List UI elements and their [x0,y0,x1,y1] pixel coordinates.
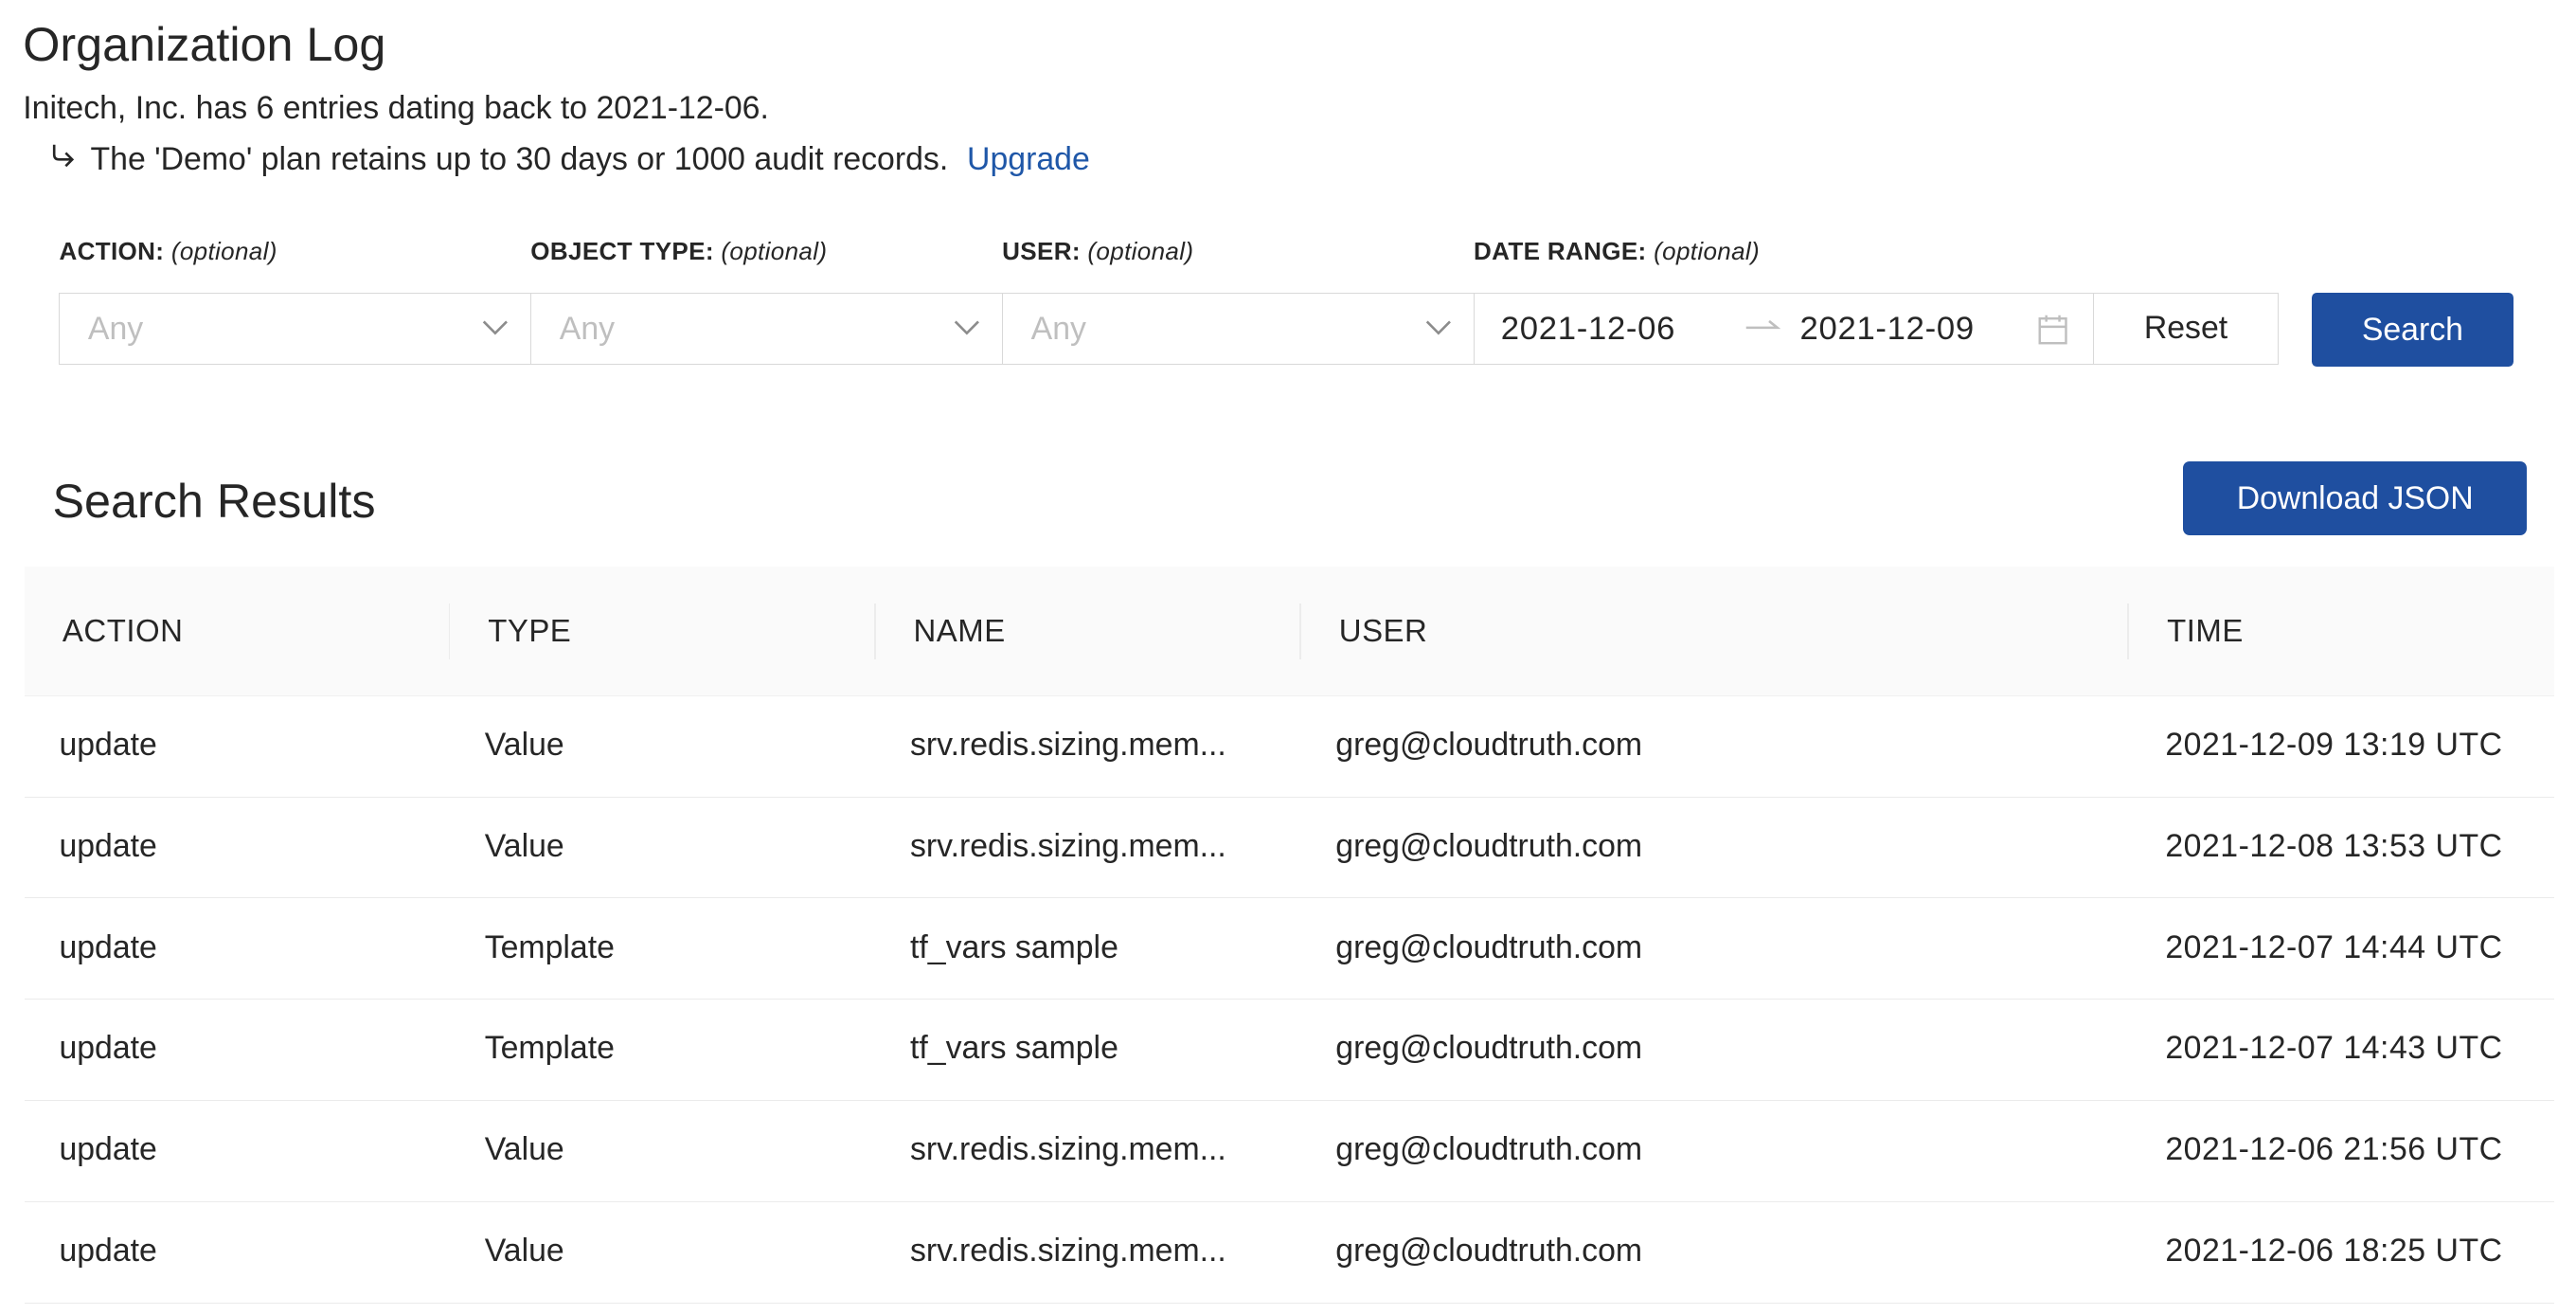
upgrade-link[interactable]: Upgrade [967,141,1090,177]
column-divider [448,603,451,659]
cell-time: 2021-12-09 13:19 UTC [2165,726,2503,763]
object-type-select[interactable]: Any [530,292,1004,366]
cell-time: 2021-12-06 21:56 UTC [2165,1131,2503,1168]
chevron-down-icon [482,320,508,335]
search-results-title: Search Results [52,474,376,529]
object-type-label-hint: (optional) [721,237,828,266]
cell-user: greg@cloudtruth.com [1335,1030,1643,1067]
date-range-filter-label: DATE RANGE: (optional) [1474,235,1760,268]
column-divider [2127,603,2130,659]
object-type-filter-label: OBJECT TYPE: (optional) [530,235,827,268]
cell-action: update [59,1131,157,1168]
cell-type: Template [484,928,615,965]
cell-user: greg@cloudtruth.com [1335,928,1643,965]
cell-user: greg@cloudtruth.com [1335,827,1643,864]
cell-user: greg@cloudtruth.com [1335,726,1643,763]
cell-type: Template [484,1030,615,1067]
action-select-placeholder: Any [87,311,144,348]
plan-note-text: The 'Demo' plan retains up to 30 days or… [90,140,949,177]
cell-name: tf_vars sample [910,928,1118,965]
user-select[interactable]: Any [1002,292,1476,366]
arrow-right-icon [1745,320,1780,330]
search-button[interactable]: Search [2311,292,2514,367]
page-title: Organization Log [23,16,386,71]
cell-time: 2021-12-06 18:25 UTC [2165,1233,2503,1270]
cell-name: tf_vars sample [910,1030,1118,1067]
user-select-placeholder: Any [1030,311,1086,348]
cell-time: 2021-12-07 14:44 UTC [2165,928,2503,965]
action-filter-label: ACTION: (optional) [59,235,277,268]
chevron-down-icon [1425,320,1451,335]
cell-name: srv.redis.sizing.mem... [910,827,1226,864]
user-label-text: USER: [1002,237,1081,266]
date-range-start[interactable]: 2021-12-06 [1501,310,1675,350]
column-divider [1299,603,1301,659]
cell-action: update [59,1233,157,1270]
date-range-end[interactable]: 2021-12-09 [1799,310,1974,350]
plan-note: The 'Demo' plan retains up to 30 days or… [49,138,1090,181]
column-divider [873,603,876,659]
date-range-label-text: DATE RANGE: [1474,237,1647,266]
organization-log-page: Organization Log Initech, Inc. has 6 ent… [0,0,2576,1315]
column-header-user[interactable]: USER [1339,611,1428,651]
cell-type: Value [484,827,564,864]
cell-time: 2021-12-08 13:53 UTC [2165,827,2503,864]
date-range-picker[interactable]: 2021-12-06 2021-12-09 [1474,292,2095,366]
cell-action: update [59,1030,157,1067]
table-row[interactable]: update Template tf_vars sample greg@cloudtr… [25,1000,2555,1102]
table-row[interactable]: update Template tf_vars sample greg@cloudtr… [25,898,2555,1000]
cell-action: update [59,827,157,864]
return-arrow-icon [49,138,82,181]
cell-type: Value [484,1233,564,1270]
action-label-text: ACTION: [59,237,165,266]
table-row[interactable]: update Value srv.redis.sizing.mem... greg@c… [25,1202,2555,1304]
cell-action: update [59,928,157,965]
column-header-name[interactable]: NAME [913,611,1005,651]
object-type-select-placeholder: Any [559,311,616,348]
column-header-time[interactable]: TIME [2167,611,2244,651]
table-row[interactable]: update Value srv.redis.sizing.mem... greg@c… [25,696,2555,798]
cell-user: greg@cloudtruth.com [1335,1233,1643,1270]
action-label-hint: (optional) [170,237,277,266]
calendar-icon [2038,315,2067,345]
cell-name: srv.redis.sizing.mem... [910,726,1226,763]
audit-log-table: ACTION TYPE NAME USER TIME update Value sr… [25,567,2555,1304]
table-row[interactable]: update Value srv.redis.sizing.mem... greg@c… [25,798,2555,899]
log-summary: Initech, Inc. has 6 entries dating back … [23,89,769,126]
cell-name: srv.redis.sizing.mem... [910,1233,1226,1270]
cell-name: srv.redis.sizing.mem... [910,1131,1226,1168]
cell-action: update [59,726,157,763]
cell-type: Value [484,1131,564,1168]
cell-type: Value [484,726,564,763]
chevron-down-icon [954,320,979,335]
object-type-label-text: OBJECT TYPE: [530,237,714,266]
cell-user: greg@cloudtruth.com [1335,1131,1643,1168]
user-filter-label: USER: (optional) [1002,235,1193,268]
download-json-button[interactable]: Download JSON [2183,461,2527,536]
table-body: update Value srv.redis.sizing.mem... greg@c… [25,696,2555,1304]
table-header: ACTION TYPE NAME USER TIME [25,567,2555,696]
column-header-type[interactable]: TYPE [488,611,571,651]
table-row[interactable]: update Value srv.redis.sizing.mem... greg@c… [25,1101,2555,1202]
user-label-hint: (optional) [1087,237,1194,266]
action-select[interactable]: Any [59,292,533,366]
column-header-action[interactable]: ACTION [63,611,184,651]
reset-button[interactable]: Reset [2093,292,2280,366]
date-range-label-hint: (optional) [1654,237,1761,266]
cell-time: 2021-12-07 14:43 UTC [2165,1030,2503,1067]
